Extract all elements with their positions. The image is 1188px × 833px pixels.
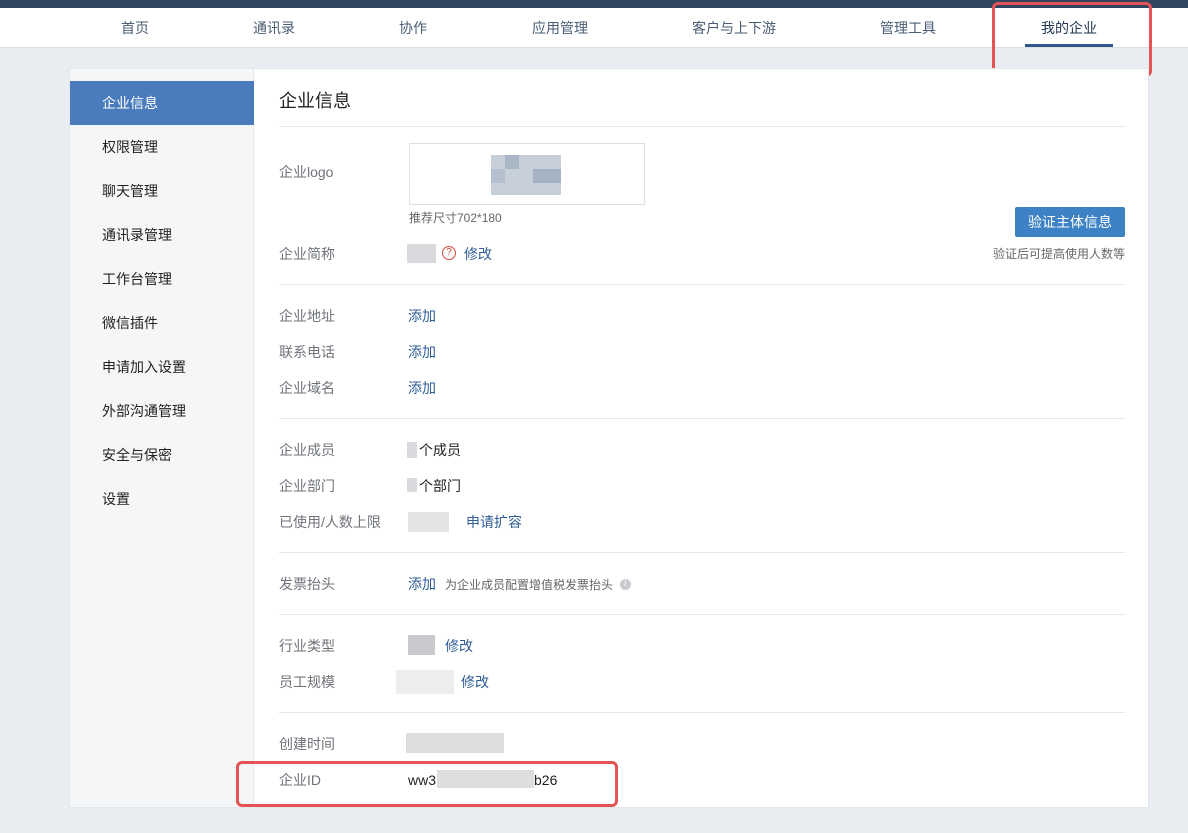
corp-id-suffix: b26 <box>534 772 558 788</box>
top-bar <box>0 0 1188 8</box>
phone-label: 联系电话 <box>279 344 335 360</box>
address-label: 企业地址 <box>279 308 335 324</box>
sidebar-item-contacts[interactable]: 通讯录管理 <box>70 213 254 257</box>
sidebar-item-enterprise-info[interactable]: 企业信息 <box>70 81 254 125</box>
edit-short-name-link[interactable]: 修改 <box>464 244 492 264</box>
departments-suffix: 个部门 <box>419 478 461 494</box>
sidebar-item-settings[interactable]: 设置 <box>70 477 254 521</box>
sidebar-item-external-communication[interactable]: 外部沟通管理 <box>70 389 254 433</box>
divider <box>279 126 1125 127</box>
sidebar-item-wechat-plugin[interactable]: 微信插件 <box>70 301 254 345</box>
user-limit-label: 已使用/人数上限 <box>279 514 381 530</box>
info-icon[interactable]: i <box>620 579 631 590</box>
invoice-label: 发票抬头 <box>279 576 335 592</box>
logo-size-hint: 推荐尺寸702*180 <box>409 211 502 225</box>
members-suffix: 个成员 <box>419 442 461 458</box>
page-title: 企业信息 <box>279 91 351 111</box>
add-address-link[interactable]: 添加 <box>408 306 436 326</box>
logo-image-pixel <box>533 169 561 183</box>
sidebar-item-permissions[interactable]: 权限管理 <box>70 125 254 169</box>
invoice-hint: 为企业成员配置增值税发票抬头 <box>445 578 614 592</box>
add-domain-link[interactable]: 添加 <box>408 378 436 398</box>
edit-scale-link[interactable]: 修改 <box>461 672 489 692</box>
members-count <box>407 442 417 458</box>
domain-label: 企业域名 <box>279 380 335 396</box>
nav-my-enterprise[interactable]: 我的企业 <box>1033 8 1105 48</box>
sidebar-item-workbench[interactable]: 工作台管理 <box>70 257 254 301</box>
logo-image-pixel <box>491 169 505 183</box>
help-icon[interactable]: ? <box>442 246 456 260</box>
nav-collaboration[interactable]: 协作 <box>388 8 438 48</box>
short-name-value <box>407 244 436 263</box>
nav-home[interactable]: 首页 <box>110 8 160 48</box>
active-tab-indicator <box>1025 44 1113 47</box>
request-expansion-link[interactable]: 申请扩容 <box>466 512 522 532</box>
sidebar-item-security[interactable]: 安全与保密 <box>70 433 254 477</box>
scale-label: 员工规模 <box>279 674 335 690</box>
industry-label: 行业类型 <box>279 638 335 654</box>
corp-id-prefix: ww3 <box>408 772 437 788</box>
divider <box>279 712 1125 713</box>
top-nav: 首页 通讯录 协作 应用管理 客户与上下游 管理工具 我的企业 <box>0 8 1188 48</box>
created-time-value <box>406 733 504 753</box>
divider <box>279 284 1125 285</box>
corp-id-label: 企业ID <box>279 772 321 788</box>
sidebar: 企业信息 权限管理 聊天管理 通讯录管理 工作台管理 微信插件 申请加入设置 外… <box>70 69 254 807</box>
verify-entity-button[interactable]: 验证主体信息 <box>1015 207 1125 237</box>
logo-upload[interactable] <box>409 143 645 205</box>
members-label: 企业成员 <box>279 442 335 458</box>
departments-label: 企业部门 <box>279 478 335 494</box>
short-name-label: 企业简称 <box>279 246 335 262</box>
add-phone-link[interactable]: 添加 <box>408 342 436 362</box>
nav-app-management[interactable]: 应用管理 <box>524 8 596 48</box>
corp-id-masked <box>437 770 534 788</box>
divider <box>279 552 1125 553</box>
nav-customers-partners[interactable]: 客户与上下游 <box>684 8 784 48</box>
scale-value <box>396 670 454 694</box>
logo-label: 企业logo <box>279 164 334 180</box>
sidebar-item-chat[interactable]: 聊天管理 <box>70 169 254 213</box>
content-panel: 企业信息 企业logo 推荐尺寸702*180 验证主体信息 验证后可提高使用人… <box>255 69 1148 807</box>
industry-value <box>408 635 435 655</box>
divider <box>279 418 1125 419</box>
verify-note: 验证后可提高使用人数等 <box>993 247 1126 261</box>
divider <box>279 614 1125 615</box>
user-limit-value <box>408 512 449 532</box>
logo-image-pixel <box>505 155 519 169</box>
nav-management-tools[interactable]: 管理工具 <box>872 8 944 48</box>
created-time-label: 创建时间 <box>279 736 335 752</box>
main-card: 企业信息 权限管理 聊天管理 通讯录管理 工作台管理 微信插件 申请加入设置 外… <box>69 68 1149 808</box>
add-invoice-link[interactable]: 添加 <box>408 574 436 594</box>
departments-count <box>407 478 417 492</box>
edit-industry-link[interactable]: 修改 <box>445 636 473 656</box>
nav-contacts[interactable]: 通讯录 <box>244 8 304 48</box>
sidebar-item-join-settings[interactable]: 申请加入设置 <box>70 345 254 389</box>
